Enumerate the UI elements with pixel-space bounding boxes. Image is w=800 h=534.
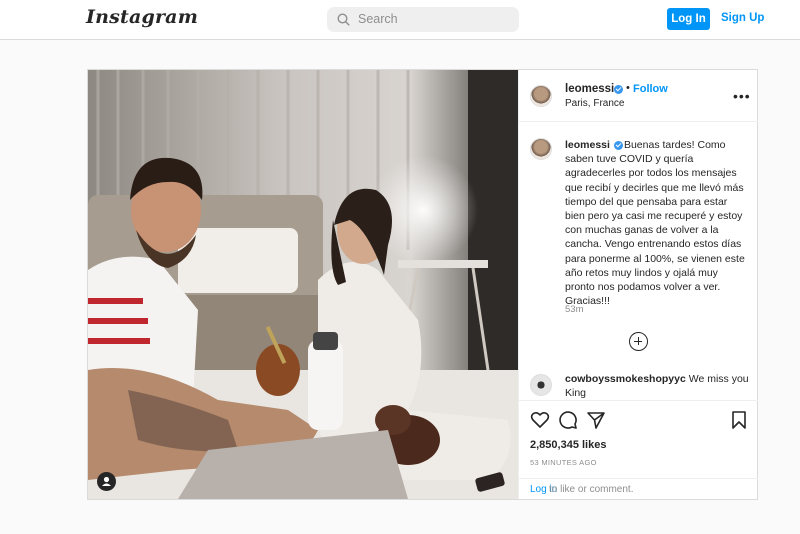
more-options-icon[interactable]: ••• [733,88,751,104]
login-button[interactable]: Log In [667,8,710,30]
search-box[interactable]: Search [327,7,519,32]
verified-badge-icon [614,85,623,94]
post-sidebar: leomessi • Follow Paris, France ••• leom… [518,70,758,499]
post-photo[interactable] [88,70,518,499]
post-caption: leomessi Buenas tardes! Como saben tuve C… [565,138,750,308]
post-username[interactable]: leomessi [565,83,614,95]
follow-button[interactable]: Follow [633,83,668,95]
paper-plane-icon[interactable] [586,410,606,430]
plus-circle-icon[interactable] [629,332,648,351]
search-icon [337,13,350,26]
avatar[interactable] [530,85,552,107]
post-location[interactable]: Paris, France [565,98,624,109]
instagram-logo[interactable]: Instagram [86,6,198,28]
caption-username[interactable]: leomessi [565,139,610,151]
top-navigation-bar: Instagram Search Log In Sign Up [0,0,800,40]
heart-icon[interactable] [530,410,550,430]
separator-dot: • [626,82,630,94]
comments-section: leomessi Buenas tardes! Como saben tuve C… [519,123,758,400]
likes-count[interactable]: 2,850,345 likes [530,439,606,451]
comment-icon[interactable] [558,410,578,430]
post-header: leomessi • Follow Paris, France ••• [519,70,758,122]
user-tag-icon[interactable] [97,472,116,491]
signup-link[interactable]: Sign Up [721,12,764,24]
post-timestamp[interactable]: 53 MINUTES AGO [530,458,597,467]
photo-illustration [88,70,518,499]
commenter-avatar[interactable] [530,374,552,396]
caption-text: Buenas tardes! Como saben tuve COVID y q… [565,139,745,308]
post-actions: 2,850,345 likes 53 MINUTES AGO Log in to… [519,400,758,499]
search-input[interactable]: Search [358,12,398,26]
caption-verified-badge-icon [614,141,623,150]
comment-username[interactable]: cowboyssmokeshopyyc [565,373,686,385]
login-prompt-text: to like or comment. [549,484,634,495]
login-prompt: Log in to like or comment. [519,478,758,500]
comment-item: cowboyssmokeshopyyc We miss you King [565,372,755,400]
post-card: leomessi • Follow Paris, France ••• leom… [87,69,758,500]
caption-time: 53m [565,304,584,315]
caption-avatar[interactable] [530,138,552,160]
bookmark-icon[interactable] [729,410,749,430]
